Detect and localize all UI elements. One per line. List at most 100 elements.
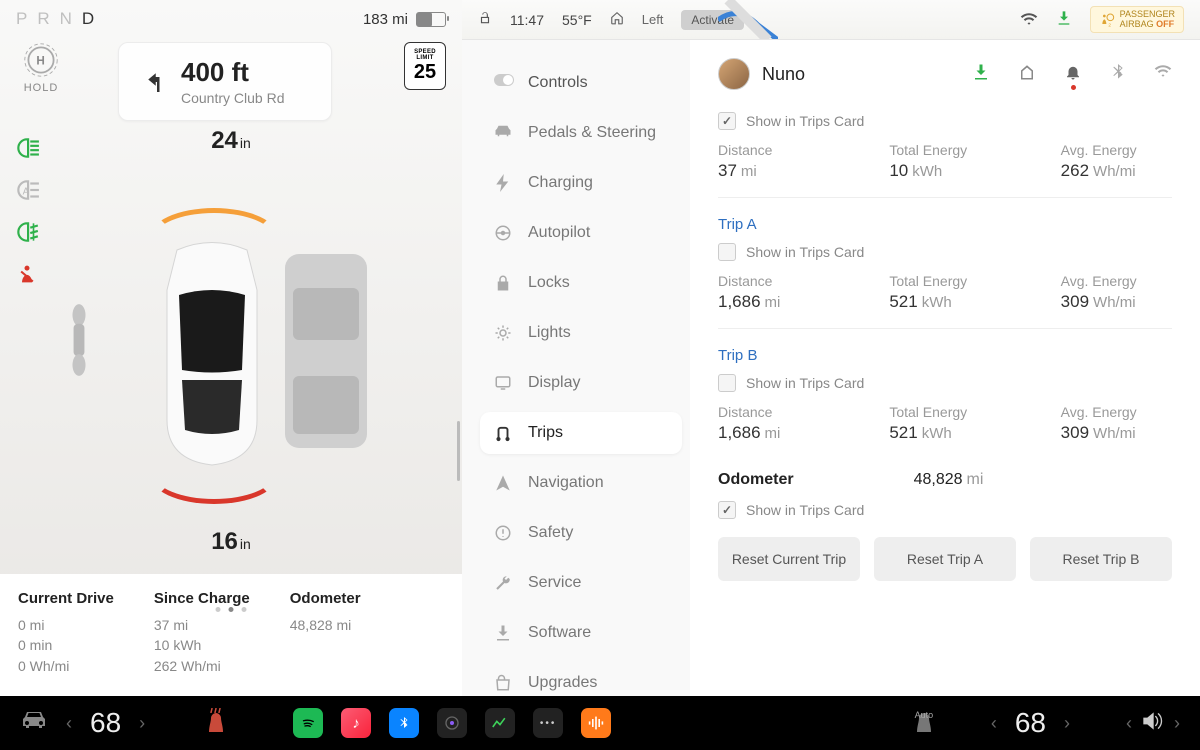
adjacent-vehicle [277, 246, 375, 456]
temp-down-right[interactable]: ‹ [991, 713, 997, 734]
scroll-indicator [457, 421, 460, 481]
show-tripa-checkbox[interactable]: Show in Trips Card [718, 243, 1172, 261]
passenger-temp[interactable]: 68 [1015, 707, 1046, 739]
nav-label: Safety [528, 524, 573, 542]
show-odometer-checkbox[interactable]: Show in Trips Card [718, 501, 1172, 519]
outside-temp: 55°F [562, 12, 592, 28]
range-value: 183 mi [363, 11, 408, 28]
bluetooth-icon[interactable] [1110, 63, 1126, 86]
wifi-icon [1020, 11, 1038, 28]
nav-label: Upgrades [528, 674, 597, 692]
car-settings-icon[interactable] [20, 710, 48, 736]
navigation-turn-card[interactable]: 400 ft Country Club Rd [118, 42, 332, 121]
settings-navigation: Controls Pedals & Steering Charging Autopil… [462, 40, 690, 696]
rear-proximity: 16in [211, 528, 251, 556]
temp-up-left[interactable]: › [139, 713, 145, 734]
trip-summary-bar[interactable]: Current Drive 0 mi 0 min 0 Wh/mi Since C… [0, 574, 462, 696]
nav-label: Pedals & Steering [528, 124, 656, 142]
nav-item-service[interactable]: Service [480, 562, 682, 604]
spotify-app-icon[interactable] [293, 708, 323, 738]
nav-item-controls[interactable]: Controls [480, 62, 682, 104]
notification-icon[interactable] [1064, 63, 1082, 86]
display-icon [494, 374, 512, 392]
driver-temp[interactable]: 68 [90, 707, 121, 739]
ego-vehicle [157, 240, 267, 470]
home-icon [610, 11, 624, 28]
toggle-icon [494, 74, 512, 92]
lock-icon [494, 274, 512, 292]
volume-down[interactable]: ‹ [1126, 713, 1132, 734]
profile-name[interactable]: Nuno [762, 64, 960, 85]
download-icon [1056, 10, 1072, 29]
tunein-app-icon[interactable] [581, 708, 611, 738]
nav-label: Autopilot [528, 224, 590, 242]
energy-app-icon[interactable] [485, 708, 515, 738]
homelink-icon[interactable] [1018, 63, 1036, 86]
nav-label: Display [528, 374, 580, 392]
nav-label: Lights [528, 324, 571, 342]
turn-left-icon [137, 67, 167, 97]
nav-item-pedals[interactable]: Pedals & Steering [480, 112, 682, 154]
page-indicator[interactable] [216, 607, 247, 612]
svg-text:2: 2 [1108, 22, 1111, 27]
wrench-icon [494, 574, 512, 592]
speed-limit-sign: SPEED LIMIT 25 [404, 42, 446, 90]
route-icon [494, 424, 512, 442]
battery-icon [416, 12, 446, 27]
download-icon[interactable] [972, 63, 990, 86]
download-icon [494, 624, 512, 642]
hold-indicator: H HOLD [16, 42, 66, 94]
temp-down-left[interactable]: ‹ [66, 713, 72, 734]
temp-up-right[interactable]: › [1064, 713, 1070, 734]
volume-icon[interactable] [1142, 712, 1164, 735]
nav-label: Charging [528, 174, 593, 192]
map-status-bar: 11:47 55°F Left Activate 2 PASSENGERAIRB… [462, 0, 1200, 40]
nav-item-display[interactable]: Display [480, 362, 682, 404]
sun-icon [494, 324, 512, 342]
nav-label: Trips [528, 424, 563, 442]
gear-selector: P R N D [16, 9, 94, 29]
show-tripb-checkbox[interactable]: Show in Trips Card [718, 374, 1172, 392]
seat-heater-right-icon[interactable]: Auto [913, 708, 935, 739]
driving-visualization-panel: P R N D 183 mi H HOLD [0, 0, 462, 696]
wheel-icon [494, 224, 512, 242]
nav-item-navigation[interactable]: Navigation [480, 462, 682, 504]
bolt-icon [494, 174, 512, 192]
nav-item-trips[interactable]: Trips [480, 412, 682, 454]
nav-item-software[interactable]: Software [480, 612, 682, 654]
apple-music-icon[interactable]: ♪ [341, 708, 371, 738]
nav-item-safety[interactable]: Safety [480, 512, 682, 554]
svg-text:H: H [36, 55, 45, 68]
pointer-icon [494, 474, 512, 492]
show-current-checkbox[interactable]: Show in Trips Card [718, 112, 1172, 130]
wifi-icon[interactable] [1154, 63, 1172, 86]
avatar[interactable] [718, 58, 750, 90]
reset-current-button[interactable]: Reset Current Trip [718, 537, 860, 581]
airbag-warning: 2 PASSENGERAIRBAG OFF [1090, 6, 1184, 34]
car-icon [494, 124, 512, 142]
nav-label: Locks [528, 274, 570, 292]
nav-item-locks[interactable]: Locks [480, 262, 682, 304]
trips-settings-content: Nuno Show in Trips Card [690, 40, 1200, 696]
unlock-icon [478, 11, 492, 28]
alert-icon [494, 524, 512, 542]
bag-icon [494, 674, 512, 692]
nav-item-autopilot[interactable]: Autopilot [480, 212, 682, 254]
nav-item-lights[interactable]: Lights [480, 312, 682, 354]
nav-label: Navigation [528, 474, 604, 492]
nav-label: Software [528, 624, 591, 642]
seat-heater-left-icon[interactable] [205, 708, 227, 739]
front-proximity: 24in [211, 127, 251, 155]
bottom-dock: ‹ 68 › ♪ ••• Auto ‹ 68 › ‹ › [0, 696, 1200, 750]
dashcam-app-icon[interactable] [437, 708, 467, 738]
reset-tripa-button[interactable]: Reset Trip A [874, 537, 1016, 581]
volume-up[interactable]: › [1174, 713, 1180, 734]
reset-tripb-button[interactable]: Reset Trip B [1030, 537, 1172, 581]
motorcycle-icon [61, 302, 97, 378]
more-apps-icon[interactable]: ••• [533, 708, 563, 738]
nav-label: Controls [528, 74, 588, 92]
nav-item-charging[interactable]: Charging [480, 162, 682, 204]
nav-label: Service [528, 574, 581, 592]
bluetooth-app-icon[interactable] [389, 708, 419, 738]
vehicle-visualization [101, 216, 361, 496]
